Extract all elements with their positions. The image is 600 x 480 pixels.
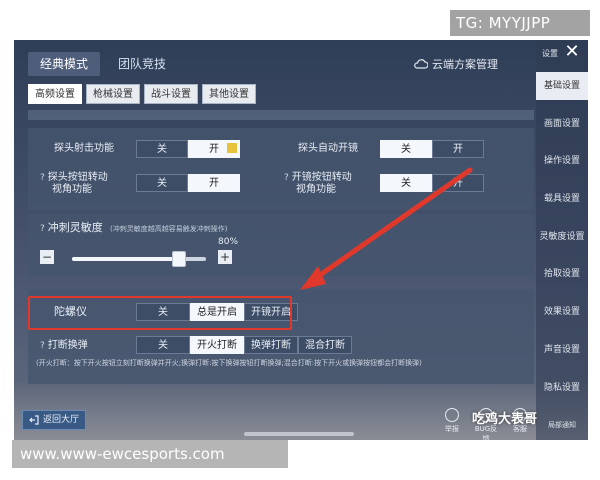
plus-button[interactable]: + <box>218 250 232 264</box>
mode-tabs: 经典模式 团队竞技 <box>28 52 178 76</box>
scope-rotate-off[interactable]: 关 <box>380 174 432 192</box>
sprint-slider[interactable] <box>72 251 206 267</box>
peek-rotate-toggle: 关 开 <box>136 174 240 192</box>
peek-fire-label: 探头射击功能 <box>54 143 114 154</box>
interrupt-off[interactable]: 关 <box>136 336 190 354</box>
scope-rotate-on[interactable]: 开 <box>432 174 484 192</box>
sidebar-item-pickup[interactable]: 拾取设置 <box>536 260 588 288</box>
back-to-lobby-button[interactable]: 返回大厅 <box>22 410 87 430</box>
exit-icon <box>29 415 39 425</box>
peek-rotate-label: ? 探头按钮转动 视角功能 <box>40 172 108 196</box>
close-icon[interactable]: ✕ <box>562 42 582 62</box>
section-divider <box>28 110 534 120</box>
peek-fire-on[interactable]: 开 <box>188 140 240 158</box>
watermark-bottom: www.www-ewcesports.com <box>12 440 288 468</box>
sprint-hint: (冲刺灵敏度越高越容易触发冲刺操作) <box>109 225 228 233</box>
sprint-value: 80% <box>218 237 239 247</box>
scope-rotate-label: ? 开镜按钮转动 视角功能 <box>284 172 352 196</box>
scope-rotate-label-2: 视角功能 <box>296 184 336 195</box>
report-button[interactable]: 举报 <box>440 408 464 440</box>
slider-fill <box>72 257 180 261</box>
sub-tabs: 高频设置 枪械设置 战斗设置 其他设置 <box>28 84 256 104</box>
sidebar-item-basic[interactable]: 基础设置 <box>536 72 588 100</box>
subtab-combat[interactable]: 战斗设置 <box>144 84 198 104</box>
interrupt-mixed[interactable]: 混合打断 <box>298 336 352 354</box>
recommend-badge-icon <box>227 143 237 153</box>
interrupt-reload-toggle: 关 开火打断 换弹打断 混合打断 <box>136 336 352 354</box>
interrupt-reload-description: (开火打断：按下开火按钮立刻打断换弹并开火;换弹打断:按下换弹按钮打断换弹;混合… <box>36 359 422 367</box>
minus-button[interactable]: − <box>40 250 54 264</box>
bug-label: BUG反馈 <box>474 425 498 440</box>
peek-rotate-label-2: 视角功能 <box>52 184 92 195</box>
sidebar-item-controls[interactable]: 操作设置 <box>536 147 588 175</box>
sidebar-item-effects[interactable]: 效果设置 <box>536 298 588 326</box>
peek-settings-panel: 探头射击功能 关 开 探头自动开镜 关 开 ? 探头按钮转动 视角功能 关 开 ?… <box>28 128 534 210</box>
cloud-scheme-button[interactable]: 云端方案管理 <box>414 56 498 72</box>
cloud-icon <box>414 59 428 69</box>
author-watermark: 吃鸡大表哥 <box>472 412 538 427</box>
interrupt-fire[interactable]: 开火打断 <box>190 336 244 354</box>
peek-fire-on-label: 开 <box>209 144 219 155</box>
gyro-highlight-box <box>28 296 292 330</box>
watermark-top: TG: MYYJJPP <box>450 10 590 36</box>
sidebar-item-graphics[interactable]: 画面设置 <box>536 110 588 138</box>
interrupt-reload-label-text: 打断换弹 <box>47 340 88 351</box>
help-icon[interactable]: ? <box>40 341 45 351</box>
sprint-label-text: 冲刺灵敏度 <box>47 221 103 234</box>
scope-rotate-toggle: 关 开 <box>380 174 484 192</box>
help-icon[interactable]: ? <box>40 224 45 234</box>
help-icon[interactable]: ? <box>40 173 45 183</box>
peek-rotate-label-1: 探头按钮转动 <box>47 172 108 183</box>
subtab-weapon[interactable]: 枪械设置 <box>86 84 140 104</box>
subtab-high-freq[interactable]: 高频设置 <box>28 84 82 104</box>
home-indicator <box>244 432 354 436</box>
subtab-other[interactable]: 其他设置 <box>202 84 256 104</box>
back-label: 返回大厅 <box>43 415 80 425</box>
sidebar-item-vehicle[interactable]: 载具设置 <box>536 185 588 213</box>
interrupt-reload[interactable]: 换弹打断 <box>244 336 298 354</box>
sidebar-item-privacy[interactable]: 隐私设置 <box>536 374 588 402</box>
help-icon[interactable]: ? <box>284 173 289 183</box>
sidebar-item-notice[interactable]: 局部通知 <box>536 411 588 439</box>
sidebar-item-sound[interactable]: 声音设置 <box>536 336 588 364</box>
peek-rotate-on[interactable]: 开 <box>188 174 240 192</box>
interrupt-reload-label: ? 打断换弹 <box>40 340 88 352</box>
slider-thumb[interactable] <box>172 251 187 267</box>
tab-team-deathmatch[interactable]: 团队竞技 <box>106 52 178 76</box>
peek-auto-scope-label: 探头自动开镜 <box>298 143 358 154</box>
sprint-panel: ? 冲刺灵敏度 (冲刺灵敏度越高越容易触发冲刺操作) − 80% + <box>28 214 534 276</box>
report-label: 举报 <box>445 425 459 433</box>
peek-auto-scope-toggle: 关 开 <box>380 140 484 158</box>
sidebar-item-sensitivity[interactable]: 灵敏度设置 <box>536 223 588 251</box>
peek-rotate-off[interactable]: 关 <box>136 174 188 192</box>
peek-auto-scope-on[interactable]: 开 <box>432 140 484 158</box>
sprint-label: ? 冲刺灵敏度 (冲刺灵敏度越高越容易触发冲刺操作) <box>40 222 227 235</box>
tab-classic-mode[interactable]: 经典模式 <box>28 52 101 76</box>
cloud-scheme-label: 云端方案管理 <box>432 58 498 71</box>
scope-rotate-label-1: 开镜按钮转动 <box>291 172 352 183</box>
peek-fire-toggle: 关 开 <box>136 140 240 158</box>
peek-fire-off[interactable]: 关 <box>136 140 188 158</box>
report-icon <box>445 408 459 422</box>
game-settings-screen: 经典模式 团队竞技 云端方案管理 高频设置 枪械设置 战斗设置 其他设置 探头射… <box>14 40 588 440</box>
settings-sidebar: 基础设置 画面设置 操作设置 载具设置 灵敏度设置 拾取设置 效果设置 声音设置… <box>536 40 588 440</box>
peek-auto-scope-off[interactable]: 关 <box>380 140 432 158</box>
